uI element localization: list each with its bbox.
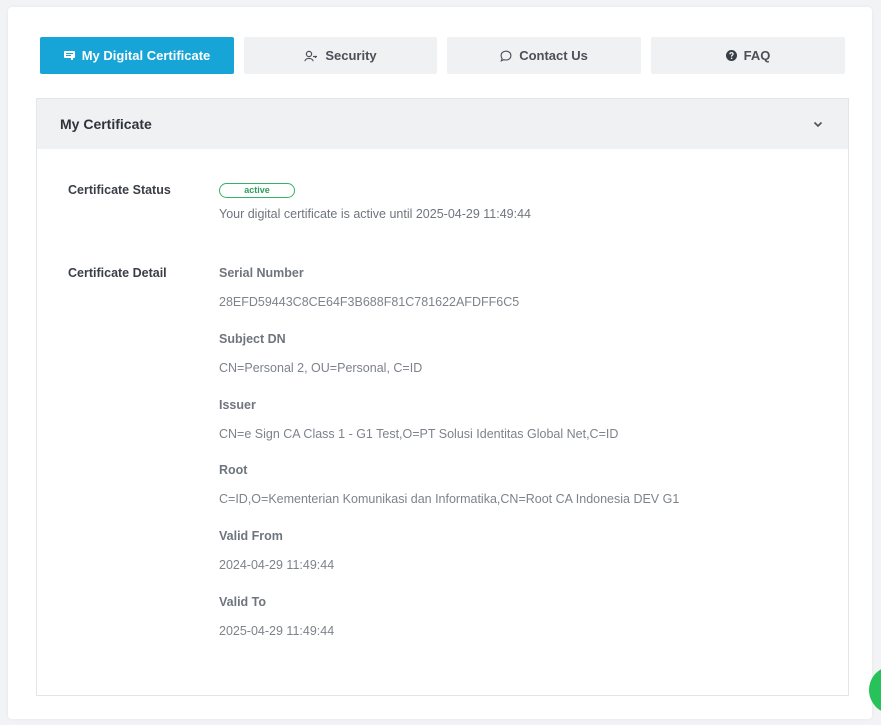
my-certificate-panel: My Certificate Certificate Status active…: [36, 98, 849, 696]
certificate-status-label: Certificate Status: [68, 183, 171, 197]
tab-faq[interactable]: FAQ: [651, 37, 845, 74]
certificate-card: My Digital Certificate Security Contact …: [8, 7, 872, 719]
tab-label: My Digital Certificate: [81, 48, 211, 63]
detail-value: CN=Personal 2, OU=Personal, C=ID: [219, 361, 423, 375]
status-badge: active: [219, 183, 295, 198]
tab-label: Contact Us: [519, 48, 588, 63]
detail-title: Serial Number: [219, 266, 304, 280]
detail-item-subject-dn: Subject DN CN=Personal 2, OU=Personal, C…: [219, 330, 679, 377]
detail-title: Root: [219, 463, 248, 477]
detail-value: 2025-04-29 11:49:44: [219, 624, 335, 638]
tab-label: Security: [325, 48, 377, 63]
detail-value: CN=e Sign CA Class 1 - G1 Test,O=PT Solu…: [219, 427, 619, 441]
tab-bar: My Digital Certificate Security Contact …: [40, 37, 846, 75]
detail-title: Subject DN: [219, 332, 286, 346]
detail-title: Valid To: [219, 595, 266, 609]
panel-header[interactable]: My Certificate: [37, 99, 848, 149]
tab-label: FAQ: [743, 48, 771, 63]
certificate-status-content: active Your digital certificate is activ…: [219, 182, 531, 221]
detail-item-issuer: Issuer CN=e Sign CA Class 1 - G1 Test,O=…: [219, 396, 679, 443]
panel-title: My Certificate: [60, 116, 152, 132]
tab-contact-us[interactable]: Contact Us: [447, 37, 641, 74]
detail-value: C=ID,O=Kementerian Komunikasi dan Inform…: [219, 492, 680, 506]
user-key-icon: [304, 50, 318, 62]
status-text: Your digital certificate is active until…: [219, 207, 531, 221]
detail-title: Issuer: [219, 398, 256, 412]
chat-bubble-icon: [500, 50, 512, 62]
detail-title: Valid From: [219, 529, 283, 543]
detail-value: 28EFD59443C8CE64F3B688F81C781622AFDFF6C5: [219, 295, 520, 309]
certificate-detail-label: Certificate Detail: [68, 266, 167, 280]
certificate-detail-list: Serial Number 28EFD59443C8CE64F3B688F81C…: [219, 264, 679, 640]
tab-my-digital-certificate[interactable]: My Digital Certificate: [40, 37, 234, 74]
detail-item-valid-to: Valid To 2025-04-29 11:49:44: [219, 593, 679, 640]
detail-value: 2024-04-29 11:49:44: [219, 558, 335, 572]
detail-item-serial-number: Serial Number 28EFD59443C8CE64F3B688F81C…: [219, 264, 679, 311]
detail-item-valid-from: Valid From 2024-04-29 11:49:44: [219, 527, 679, 574]
chevron-down-icon[interactable]: [812, 118, 824, 130]
help-circle-icon: [725, 50, 737, 61]
tab-security[interactable]: Security: [244, 37, 437, 74]
certificate-icon: [63, 51, 75, 60]
detail-item-root: Root C=ID,O=Kementerian Komunikasi dan I…: [219, 461, 679, 508]
